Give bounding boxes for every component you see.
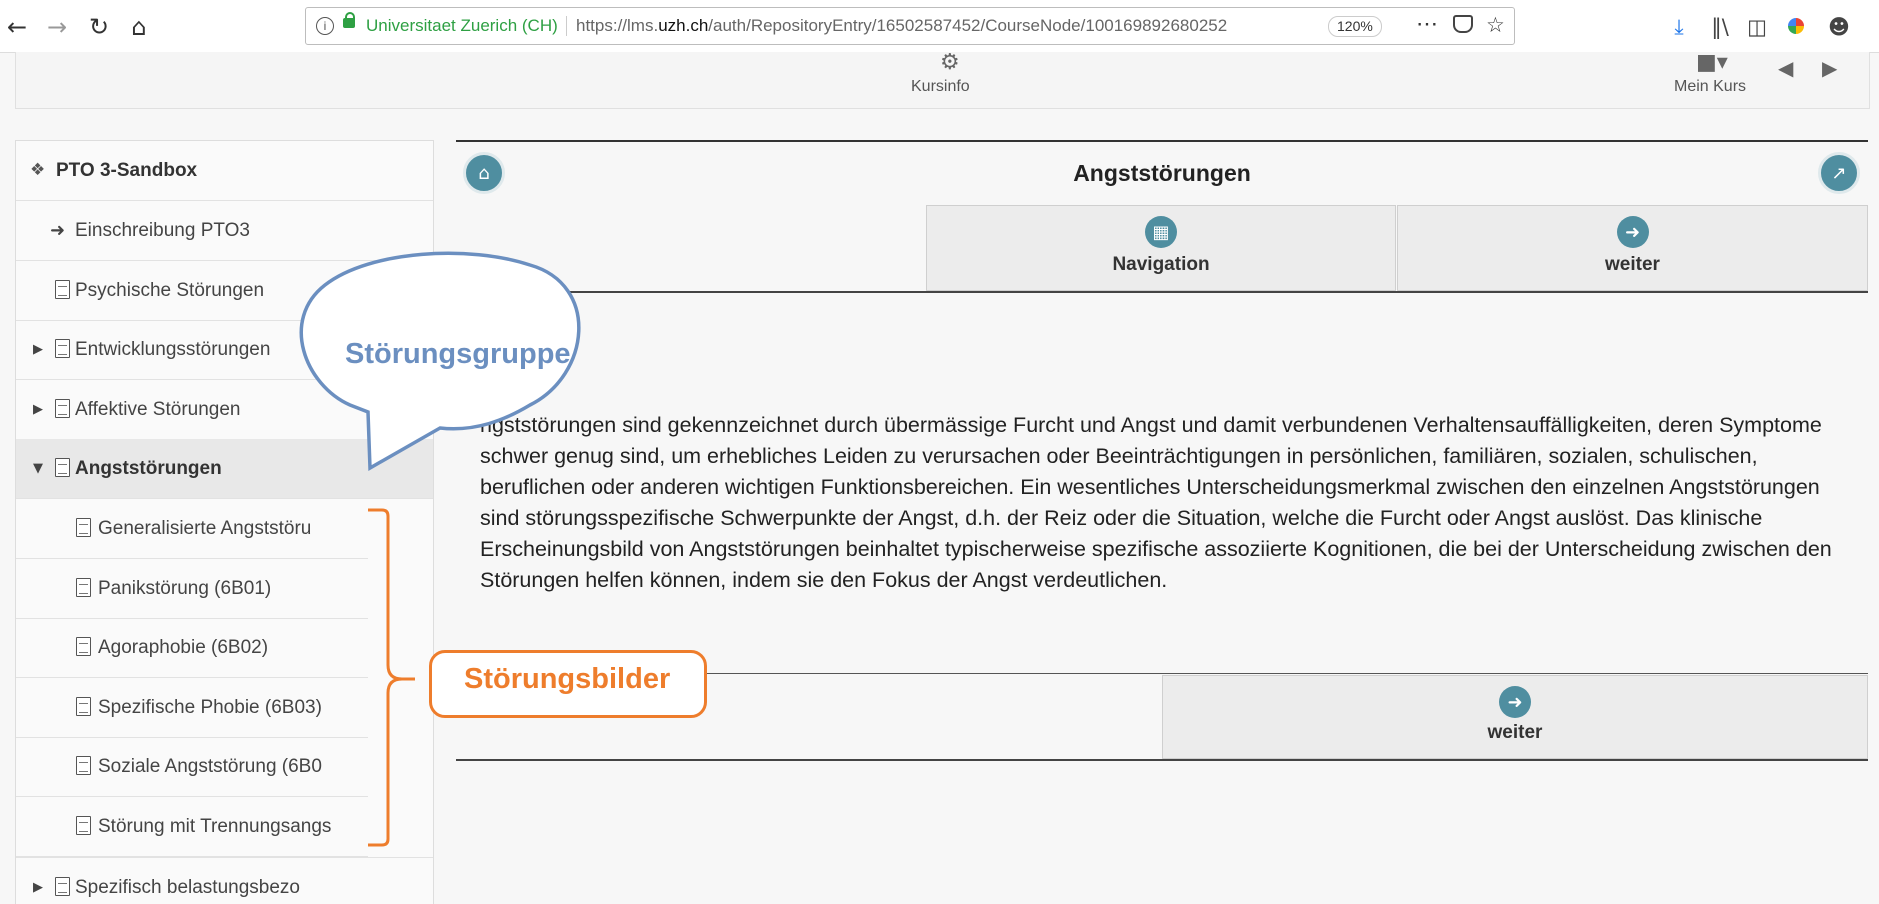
sidebar-subitem-label: Soziale Angststörung (6B0 bbox=[98, 756, 322, 777]
sidebar-item-label: Angststörungen bbox=[75, 458, 222, 479]
url-divider bbox=[566, 16, 567, 36]
document-icon bbox=[55, 877, 70, 896]
document-icon bbox=[55, 339, 70, 358]
weiter-label: weiter bbox=[1605, 254, 1660, 275]
document-icon bbox=[76, 637, 91, 656]
prev-arrow-icon[interactable]: ◀ bbox=[1778, 56, 1793, 80]
sidebar-subitem[interactable]: Agoraphobie (6B02) bbox=[16, 618, 368, 678]
sidebar-subitem-label: Störung mit Trennungsangs bbox=[98, 816, 332, 837]
sidebar-subitem[interactable]: Soziale Angststörung (6B0 bbox=[16, 737, 368, 797]
account-icon[interactable]: ☻ bbox=[1824, 12, 1854, 42]
reload-icon[interactable]: ↻ bbox=[82, 10, 116, 44]
url-bar[interactable]: i Universitaet Zuerich (CH) https://lms.… bbox=[305, 7, 1515, 45]
forward-arrow-icon[interactable]: → bbox=[40, 10, 74, 44]
pocket-icon[interactable] bbox=[1453, 15, 1473, 33]
next-arrow-icon[interactable]: ▶ bbox=[1822, 56, 1837, 80]
grid-icon: ▦ bbox=[1145, 216, 1177, 248]
header-divider bbox=[456, 291, 1868, 293]
sidebar-item-spezifisch-belastungsbezogen[interactable]: ▶ Spezifisch belastungsbezo bbox=[16, 857, 433, 904]
weiter-label: weiter bbox=[1487, 722, 1543, 743]
document-icon bbox=[76, 518, 91, 537]
document-icon bbox=[55, 458, 70, 477]
download-icon[interactable]: ⤓ bbox=[1664, 12, 1694, 42]
home-icon[interactable]: ⌂ bbox=[122, 10, 156, 44]
sidebar-item-label: Entwicklungsstörungen bbox=[75, 339, 271, 360]
navigation-button[interactable]: ▦ Navigation bbox=[926, 205, 1396, 291]
sign-in-icon: ➜ bbox=[50, 220, 66, 241]
sidebar-subitem[interactable]: Generalisierte Angststöru bbox=[16, 499, 368, 559]
info-icon[interactable]: i bbox=[316, 17, 334, 35]
curly-brace-annotation bbox=[368, 508, 415, 847]
stoerungsbilder-label: Störungsbilder bbox=[464, 663, 671, 695]
arrow-right-circle-icon: ➜ bbox=[1499, 686, 1531, 718]
expand-caret-icon[interactable]: ▶ bbox=[33, 858, 43, 904]
content-header: ⌂ Angststörungen ↗ bbox=[456, 140, 1868, 206]
zoom-badge[interactable]: 120% bbox=[1328, 16, 1382, 37]
sidebar-subitem-label: Generalisierte Angststöru bbox=[98, 518, 312, 539]
url-prefix: https://lms. bbox=[576, 16, 659, 35]
sidebar-subitem[interactable]: Spezifische Phobie (6B03) bbox=[16, 678, 368, 738]
browser-toolbar: ← → ↻ ⌂ i Universitaet Zuerich (CH) http… bbox=[0, 0, 1879, 53]
sidebar-subitem[interactable]: Störung mit Trennungsangs bbox=[16, 797, 368, 857]
url-text[interactable]: https://lms.uzh.ch/auth/RepositoryEntry/… bbox=[576, 8, 1227, 44]
mein-kurs-link[interactable]: Mein Kurs bbox=[1674, 78, 1746, 96]
kursinfo-icon: ⚙ bbox=[940, 50, 960, 75]
document-icon bbox=[76, 697, 91, 716]
navigation-label: Navigation bbox=[1112, 254, 1210, 275]
sidebar-item-label: Spezifisch belastungsbezo bbox=[75, 877, 300, 898]
expand-caret-icon[interactable]: ▶ bbox=[33, 320, 43, 379]
page-title: Angststörungen bbox=[1073, 160, 1251, 186]
sidebar-item-label: Affektive Störungen bbox=[75, 399, 241, 420]
sidebar-subitem-label: Panikstörung (6B01) bbox=[98, 578, 272, 599]
document-icon bbox=[76, 578, 91, 597]
extension-icon[interactable] bbox=[1788, 18, 1804, 34]
content-body: ngststörungen sind gekennzeichnet durch … bbox=[480, 413, 1832, 592]
weiter-button-top[interactable]: ➜ weiter bbox=[1397, 205, 1868, 291]
user-icon: ■▾ bbox=[1696, 50, 1728, 75]
stoerungsgruppe-label: Störungsgruppe bbox=[345, 338, 571, 370]
document-icon bbox=[55, 280, 70, 299]
collapse-caret-icon[interactable]: ▼ bbox=[33, 439, 43, 498]
back-arrow-icon[interactable]: ← bbox=[0, 10, 34, 44]
sidebar-root[interactable]: ❖ PTO 3-Sandbox bbox=[16, 141, 433, 201]
more-icon[interactable]: ⋯ bbox=[1416, 8, 1438, 40]
expand-caret-icon[interactable]: ▶ bbox=[33, 380, 43, 439]
footer-bottom-divider bbox=[456, 759, 1868, 761]
external-open-icon[interactable]: ↗ bbox=[1818, 152, 1860, 194]
weiter-button-bottom[interactable]: ➜ weiter bbox=[1162, 675, 1868, 759]
lock-shackle bbox=[345, 12, 355, 21]
document-icon bbox=[76, 756, 91, 775]
sidebar-item-label: Psychische Störungen bbox=[75, 280, 265, 301]
course-toolbar: ⚙ Kursinfo ■▾ Mein Kurs ◀ ▶ bbox=[15, 50, 1870, 109]
reader-view-icon[interactable]: ◫ bbox=[1742, 12, 1772, 42]
sidebar-root-label: PTO 3-Sandbox bbox=[56, 160, 198, 181]
document-icon bbox=[55, 399, 70, 418]
kursinfo-link[interactable]: Kursinfo bbox=[911, 78, 970, 96]
sidebar-subitem-label: Spezifische Phobie (6B03) bbox=[98, 697, 322, 718]
brace-path bbox=[368, 508, 415, 847]
sidebar-item-label: Einschreibung PTO3 bbox=[75, 220, 250, 241]
site-identity[interactable]: Universitaet Zuerich (CH) bbox=[366, 8, 558, 44]
sidebar-subitem[interactable]: Panikstörung (6B01) bbox=[16, 559, 368, 619]
document-icon bbox=[76, 816, 91, 835]
course-cube-icon: ❖ bbox=[30, 160, 46, 180]
arrow-right-circle-icon: ➜ bbox=[1616, 216, 1649, 248]
url-domain: uzh.ch bbox=[658, 16, 709, 35]
url-path: /auth/RepositoryEntry/16502587452/Course… bbox=[708, 16, 1228, 35]
library-icon[interactable]: ‖\ bbox=[1705, 12, 1735, 42]
bookmark-star-icon[interactable]: ☆ bbox=[1486, 8, 1505, 42]
sidebar-subitem-label: Agoraphobie (6B02) bbox=[98, 637, 269, 658]
